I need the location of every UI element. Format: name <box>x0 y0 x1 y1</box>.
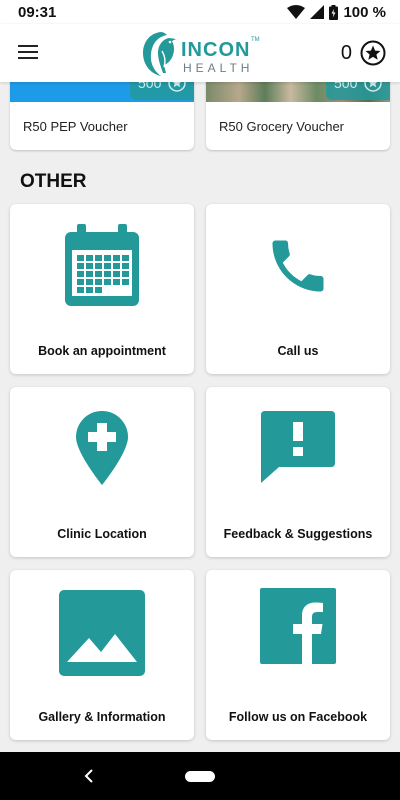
battery-level: 100 % <box>343 3 386 21</box>
voucher-title: R50 Grocery Voucher <box>219 119 345 134</box>
gallery-icon <box>59 590 145 676</box>
bird-logo-icon <box>143 32 176 76</box>
brand-subtitle: HEALTH <box>183 61 254 75</box>
brand-trademark: TM <box>251 37 260 43</box>
tile-label: Feedback & Suggestions <box>223 527 373 541</box>
brand-logo: INCON TM HEALTH <box>141 29 263 79</box>
status-time: 09:31 <box>18 4 57 21</box>
points-counter[interactable]: 0 <box>341 40 386 66</box>
tile-label: Follow us on Facebook <box>228 710 368 724</box>
location-pin-plus-icon <box>76 411 128 485</box>
points-count: 0 <box>340 41 352 64</box>
voucher-title: R50 PEP Voucher <box>23 119 128 134</box>
feedback-tile[interactable]: Feedback & Suggestions <box>206 387 390 557</box>
book-appointment-tile[interactable]: Book an appointment <box>10 204 194 374</box>
brand-name: INCON <box>181 39 251 61</box>
home-button[interactable] <box>185 771 215 782</box>
star-icon <box>360 40 386 66</box>
section-title-other: OTHER <box>20 171 87 192</box>
calendar-icon <box>65 224 139 306</box>
system-nav-bar <box>0 752 400 800</box>
tile-label: Book an appointment <box>38 344 166 358</box>
app-bar: INCON TM HEALTH 0 <box>0 24 400 82</box>
tile-label: Gallery & Information <box>38 710 166 724</box>
status-bar: 09:31 100 % <box>0 0 400 24</box>
call-us-tile[interactable]: Call us <box>206 204 390 374</box>
wifi-icon <box>287 5 306 19</box>
facebook-icon <box>260 588 336 664</box>
tile-label: Clinic Location <box>57 527 147 541</box>
status-icons: 100 % <box>287 3 386 21</box>
menu-icon[interactable] <box>16 41 40 65</box>
phone-icon <box>272 240 324 292</box>
clinic-location-tile[interactable]: Clinic Location <box>10 387 194 557</box>
facebook-tile[interactable]: Follow us on Facebook <box>206 570 390 740</box>
back-icon[interactable] <box>82 767 98 785</box>
gallery-tile[interactable]: Gallery & Information <box>10 570 194 740</box>
feedback-icon <box>261 411 335 483</box>
tile-label: Call us <box>277 344 319 358</box>
battery-icon <box>329 4 339 20</box>
signal-icon <box>310 5 325 19</box>
